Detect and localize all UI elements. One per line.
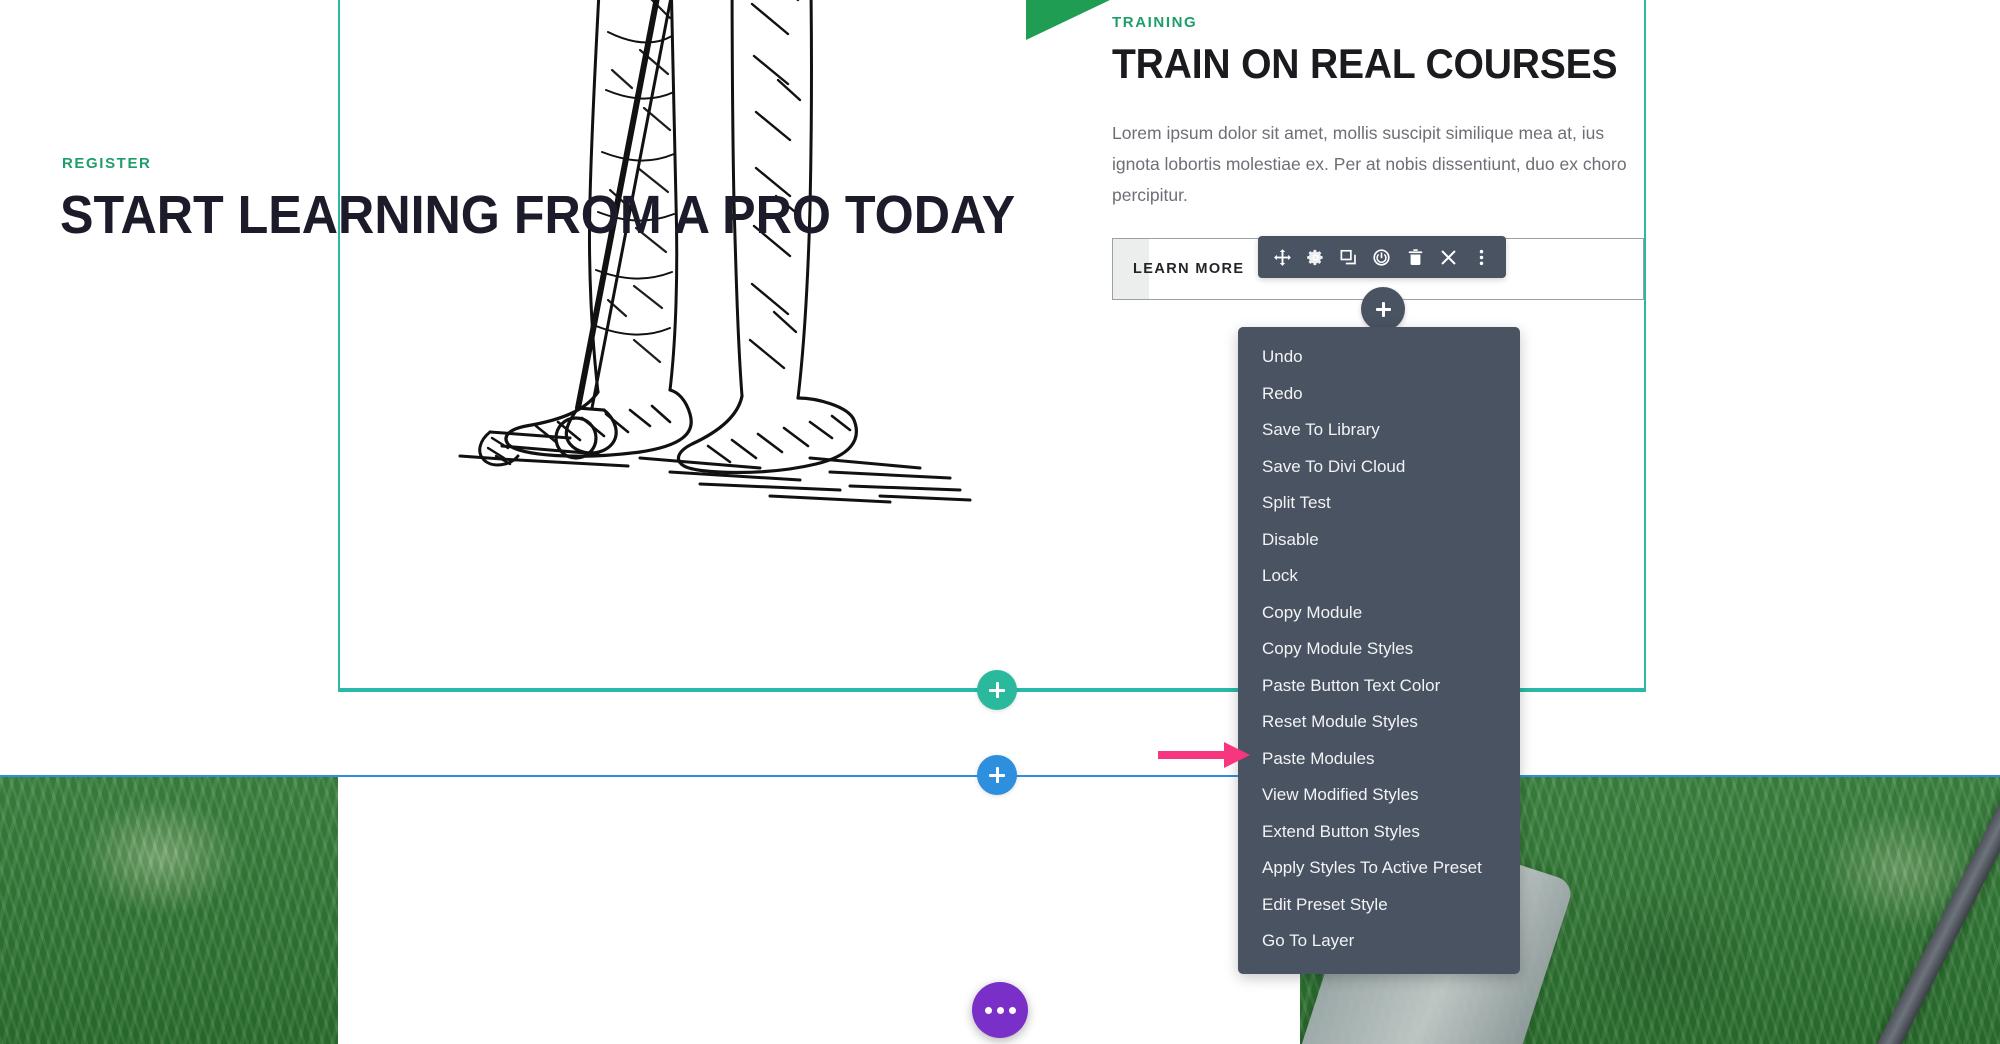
context-menu-item-extend-button-styles[interactable]: Extend Button Styles [1238, 814, 1520, 851]
divi-options-fab[interactable] [972, 982, 1028, 1038]
training-headline: TRAIN ON REAL COURSES [1112, 40, 1618, 87]
builder-canvas: TRAINING TRAIN ON REAL COURSES Lorem ips… [0, 0, 2000, 1044]
learn-more-button-label: LEARN MORE [1133, 261, 1245, 277]
add-section-button[interactable] [977, 755, 1017, 795]
context-menu-item-split-test[interactable]: Split Test [1238, 485, 1520, 522]
plus-icon [989, 767, 1005, 783]
add-row-button[interactable] [977, 670, 1017, 710]
register-headline: START LEARNING FROM A PRO TODAY [60, 185, 1016, 245]
context-menu-item-apply-styles-to-active-preset[interactable]: Apply Styles To Active Preset [1238, 850, 1520, 887]
power-icon[interactable] [1372, 247, 1392, 267]
training-eyebrow: TRAINING [1112, 14, 1198, 31]
register-eyebrow: REGISTER [62, 155, 152, 172]
plus-icon [1375, 301, 1391, 317]
context-menu-item-save-to-library[interactable]: Save To Library [1238, 412, 1520, 449]
register-content-column [338, 777, 1300, 1044]
golfer-illustration [340, 0, 1000, 688]
more-options-icon[interactable] [1472, 247, 1492, 267]
plus-icon [989, 682, 1005, 698]
move-icon[interactable] [1272, 247, 1292, 267]
context-menu-item-copy-module-styles[interactable]: Copy Module Styles [1238, 631, 1520, 668]
training-body-text: Lorem ipsum dolor sit amet, mollis susci… [1112, 123, 1627, 205]
context-menu-item-undo[interactable]: Undo [1238, 339, 1520, 376]
add-module-button[interactable] [1361, 287, 1405, 331]
close-icon[interactable] [1439, 247, 1459, 267]
context-menu-item-disable[interactable]: Disable [1238, 522, 1520, 559]
context-menu-item-paste-modules[interactable]: Paste Modules [1238, 741, 1520, 778]
context-menu-item-edit-preset-style[interactable]: Edit Preset Style [1238, 887, 1520, 924]
context-menu-item-paste-button-text-color[interactable]: Paste Button Text Color [1238, 668, 1520, 705]
context-menu-item-redo[interactable]: Redo [1238, 376, 1520, 413]
module-context-menu[interactable]: Undo Redo Save To Library Save To Divi C… [1238, 327, 1520, 974]
context-menu-item-view-modified-styles[interactable]: View Modified Styles [1238, 777, 1520, 814]
module-toolbar[interactable] [1258, 236, 1506, 278]
trash-icon[interactable] [1405, 247, 1425, 267]
gear-icon[interactable] [1305, 247, 1325, 267]
context-menu-item-go-to-layer[interactable]: Go To Layer [1238, 923, 1520, 960]
pink-arrow-annotation [1158, 742, 1250, 768]
module-corner-badge [1026, 0, 1110, 40]
ellipsis-icon [984, 1006, 1016, 1014]
context-menu-item-copy-module[interactable]: Copy Module [1238, 595, 1520, 632]
context-menu-item-reset-module-styles[interactable]: Reset Module Styles [1238, 704, 1520, 741]
training-section: TRAINING TRAIN ON REAL COURSES Lorem ips… [0, 0, 2000, 775]
context-menu-item-save-to-divi-cloud[interactable]: Save To Divi Cloud [1238, 449, 1520, 486]
duplicate-icon[interactable] [1339, 247, 1359, 267]
context-menu-item-lock[interactable]: Lock [1238, 558, 1520, 595]
